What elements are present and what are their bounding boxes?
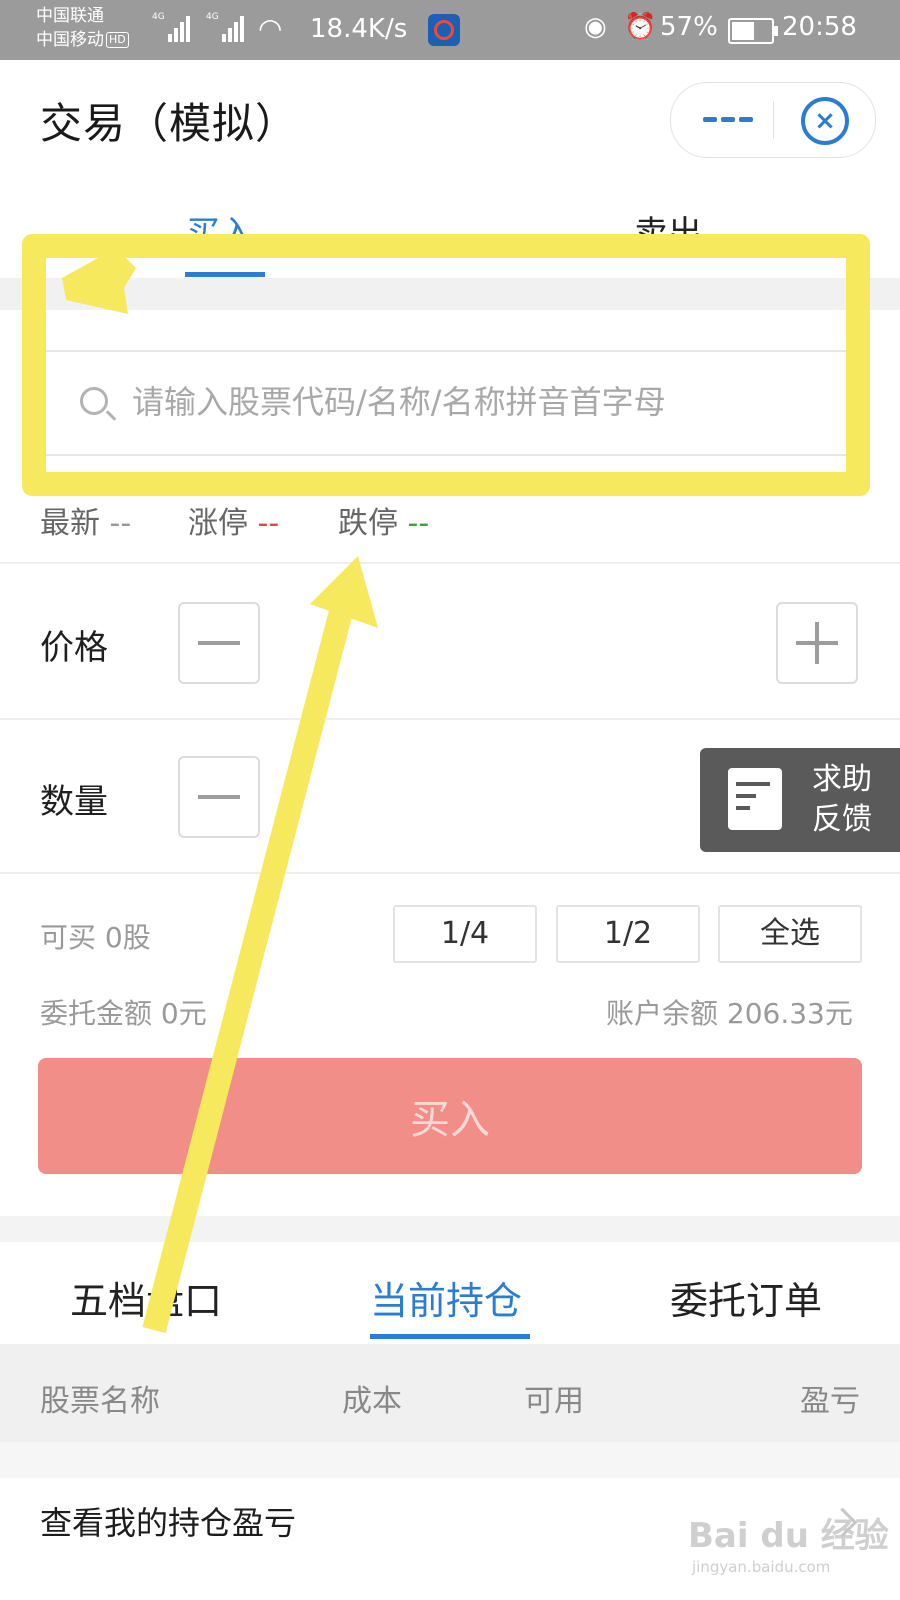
annotation-arrows xyxy=(62,248,378,1334)
annotation-arrow-small xyxy=(62,248,136,314)
annotation-arrow-shaft xyxy=(142,596,356,1334)
